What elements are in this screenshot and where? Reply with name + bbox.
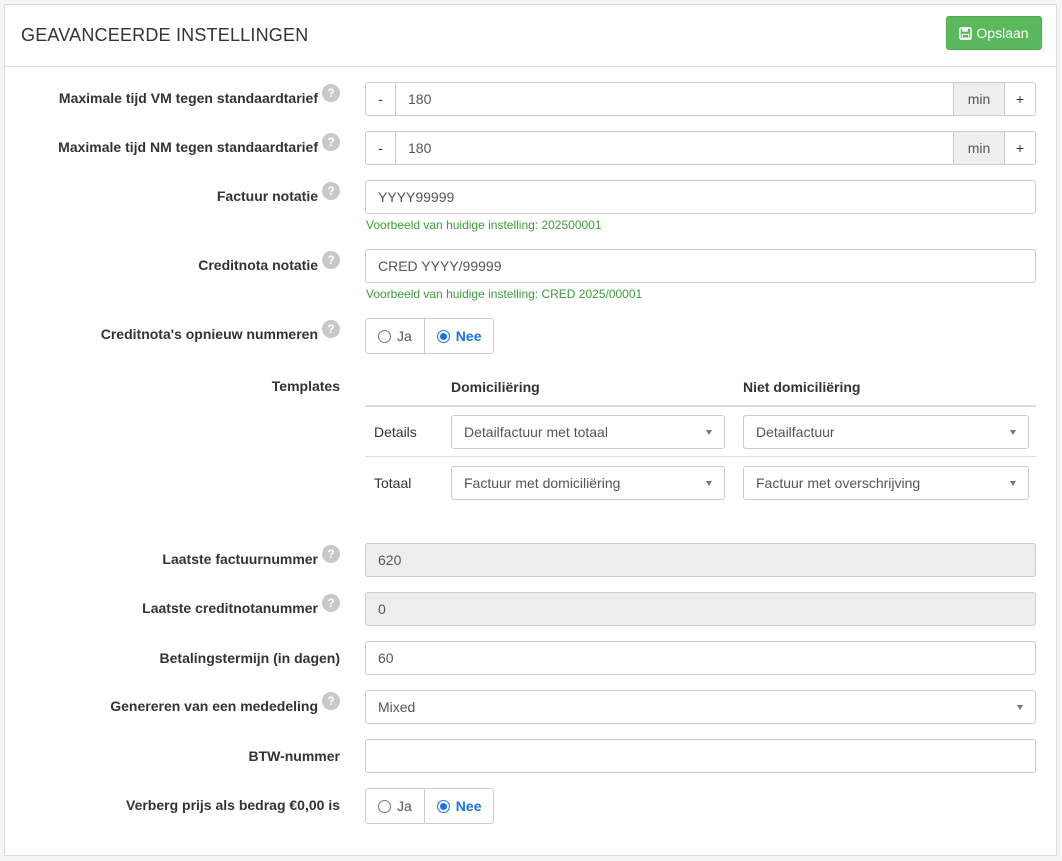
help-icon[interactable]: ? — [322, 320, 340, 338]
radio-checked-icon[interactable] — [436, 799, 450, 813]
max-nm-input[interactable]: 180 — [396, 131, 953, 165]
payment-term-input[interactable]: 60 — [365, 641, 1036, 675]
templates-row-divider — [365, 456, 1036, 457]
invoice-format-input[interactable]: YYYY99999 — [365, 180, 1036, 214]
caret-down-icon — [1017, 704, 1023, 710]
caret-down-icon — [706, 480, 712, 486]
credit-format-label: Creditnota notatie ? — [198, 251, 340, 274]
vat-label: BTW-nummer — [248, 748, 341, 764]
invoice-format-hint: Voorbeeld van huidige instelling: 202500… — [366, 218, 602, 232]
radio-unchecked-icon[interactable] — [378, 799, 391, 813]
templates-col-domiciliering: Domiciliëring — [451, 379, 540, 395]
template-details-dom-select[interactable]: Detailfactuur met totaal — [451, 415, 725, 449]
templates-col-niet-domiciliering: Niet domiciliëring — [743, 379, 861, 395]
radio-unchecked-icon[interactable] — [378, 329, 391, 343]
templates-row-label: Details — [374, 424, 417, 440]
caret-down-icon — [1010, 429, 1016, 435]
credit-format-input[interactable]: CRED YYYY/99999 — [365, 249, 1036, 283]
invoice-format-label: Factuur notatie ? — [217, 182, 340, 205]
last-invoice-label: Laatste factuurnummer ? — [162, 545, 340, 568]
vat-input[interactable] — [365, 739, 1036, 773]
save-button[interactable]: Opslaan — [946, 16, 1042, 50]
max-vm-input[interactable]: 180 — [396, 82, 953, 116]
help-icon[interactable]: ? — [322, 692, 340, 710]
credit-renumber-no-option[interactable]: Nee — [423, 319, 494, 353]
templates-row-label: Totaal — [374, 475, 412, 491]
help-icon[interactable]: ? — [322, 133, 340, 151]
message-gen-select[interactable]: Mixed — [365, 690, 1036, 724]
credit-renumber-yes-option[interactable]: Ja — [366, 319, 424, 353]
help-icon[interactable]: ? — [322, 594, 340, 612]
hide-price-radio-group: Ja Nee — [365, 788, 495, 824]
template-total-nondom-select[interactable]: Factuur met overschrijving — [743, 466, 1029, 500]
max-vm-unit: min — [953, 82, 1005, 116]
last-invoice-field: 620 — [365, 543, 1036, 577]
panel-header: GEAVANCEERDE INSTELLINGEN Opslaan — [5, 5, 1056, 67]
credit-renumber-radio-group: Ja Nee — [365, 318, 495, 354]
hide-price-yes-option[interactable]: Ja — [366, 789, 424, 823]
max-nm-stepper: - 180 min + — [365, 131, 1036, 165]
template-total-dom-select[interactable]: Factuur met domiciliëring — [451, 466, 725, 500]
radio-checked-icon[interactable] — [436, 329, 450, 343]
payment-term-label: Betalingstermijn (in dagen) — [159, 650, 340, 666]
max-nm-unit: min — [953, 131, 1005, 165]
caret-down-icon — [1010, 480, 1016, 486]
hide-price-label: Verberg prijs als bedrag €0,00 is — [126, 797, 340, 813]
page-title: GEAVANCEERDE INSTELLINGEN — [21, 25, 309, 45]
caret-down-icon — [706, 429, 712, 435]
message-gen-label: Genereren van een mededeling ? — [110, 692, 340, 715]
last-credit-label: Laatste creditnotanummer ? — [142, 594, 340, 617]
templates-label: Templates — [271, 378, 340, 394]
credit-format-hint: Voorbeeld van huidige instelling: CRED 2… — [366, 287, 643, 301]
max-vm-label: Maximale tijd VM tegen standaardtarief ? — [59, 84, 340, 107]
help-icon[interactable]: ? — [322, 182, 340, 200]
max-vm-stepper: - 180 min + — [365, 82, 1036, 116]
hide-price-no-option[interactable]: Nee — [423, 789, 494, 823]
help-icon[interactable]: ? — [322, 251, 340, 269]
max-nm-label: Maximale tijd NM tegen standaardtarief ? — [58, 133, 340, 156]
templates-header-divider — [365, 405, 1036, 407]
save-button-label: Opslaan — [976, 25, 1029, 41]
last-credit-field: 0 — [365, 592, 1036, 626]
template-details-nondom-select[interactable]: Detailfactuur — [743, 415, 1029, 449]
help-icon[interactable]: ? — [322, 84, 340, 102]
floppy-disk-icon — [959, 26, 973, 40]
help-icon[interactable]: ? — [322, 545, 340, 563]
max-vm-decrement-button[interactable]: - — [365, 82, 396, 116]
credit-renumber-label: Creditnota's opnieuw nummeren ? — [101, 320, 340, 343]
max-vm-increment-button[interactable]: + — [1005, 82, 1036, 116]
max-nm-decrement-button[interactable]: - — [365, 131, 396, 165]
max-nm-increment-button[interactable]: + — [1005, 131, 1036, 165]
